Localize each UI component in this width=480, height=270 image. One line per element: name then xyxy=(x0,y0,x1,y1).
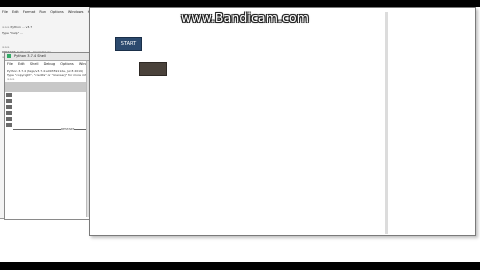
idle-menu-file[interactable]: File xyxy=(7,62,13,66)
idle-output-panel xyxy=(5,82,91,92)
menu-run[interactable]: Run xyxy=(39,10,46,14)
background-shell-menu: File Edit Format Run Options Windows Hel… xyxy=(2,10,99,16)
idle-shell-window[interactable]: Python 3.7.4 Shell File Edit Shell Debug… xyxy=(4,52,108,220)
idle-title-bar[interactable]: Python 3.7.4 Shell xyxy=(5,53,91,61)
list-item xyxy=(6,123,12,127)
idle-menu-edit[interactable]: Edit xyxy=(18,62,25,66)
list-item xyxy=(6,111,12,115)
menu-edit[interactable]: Edit xyxy=(12,10,19,14)
list-item xyxy=(6,93,12,97)
idle-menu-options[interactable]: Options xyxy=(60,62,74,66)
list-item xyxy=(6,99,12,103)
pygame-scrollbar[interactable] xyxy=(385,12,388,234)
python-icon xyxy=(7,54,11,58)
brown-rectangle xyxy=(139,62,167,76)
restart-separator xyxy=(13,129,91,130)
menu-file[interactable]: File xyxy=(2,10,8,14)
restart-label: RESTART xyxy=(61,127,75,131)
shell-line: >>> xyxy=(2,45,10,49)
idle-output-rows xyxy=(6,93,12,129)
idle-shell-line: >>> xyxy=(7,77,15,81)
top-letterbox xyxy=(0,0,480,7)
idle-menu-shell[interactable]: Shell xyxy=(30,62,39,66)
menu-options[interactable]: Options xyxy=(50,10,64,14)
pygame-window[interactable] xyxy=(89,7,476,236)
list-item xyxy=(6,117,12,121)
bandicam-watermark: www.Bandicam.com xyxy=(181,10,310,25)
bottom-letterbox xyxy=(0,262,480,270)
start-button[interactable]: START xyxy=(115,37,142,51)
idle-menu-debug[interactable]: Debug xyxy=(44,62,56,66)
menu-windows[interactable]: Windows xyxy=(68,10,84,14)
menu-format[interactable]: Format xyxy=(23,10,35,14)
idle-window-title: Python 3.7.4 Shell xyxy=(14,54,46,58)
list-item xyxy=(6,105,12,109)
shell-line: Type "help" ... xyxy=(2,31,23,35)
shell-line: >>> Python ... v3.7 xyxy=(2,25,33,29)
